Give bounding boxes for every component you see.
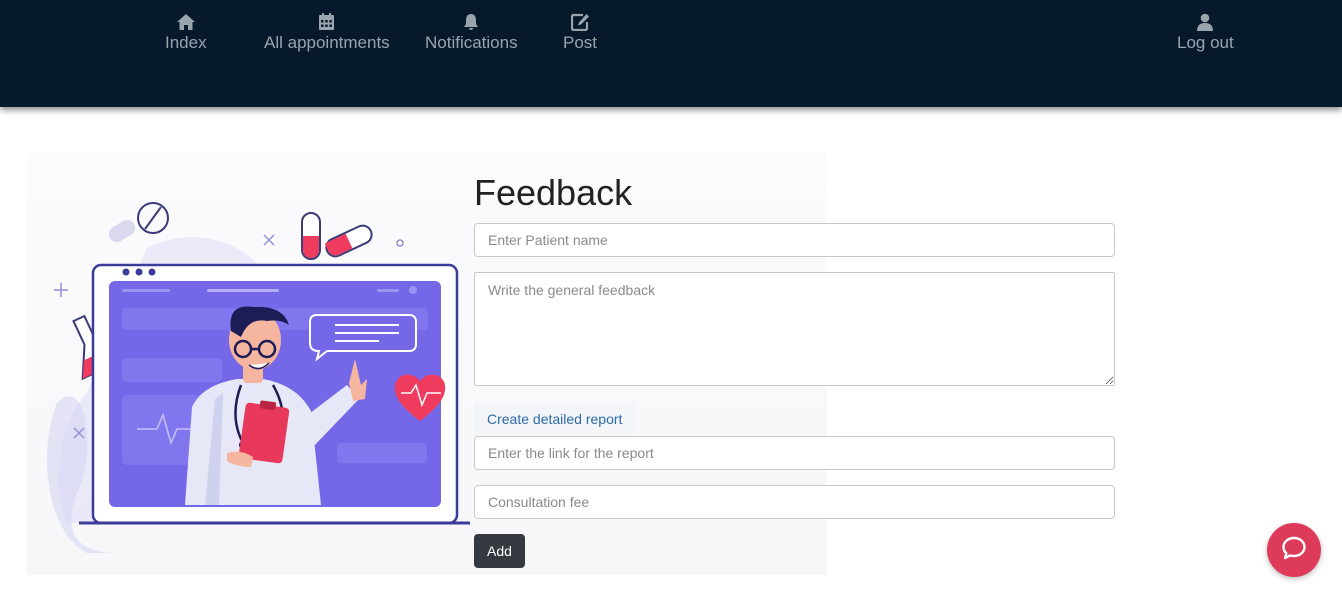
patient-name-input[interactable] — [474, 223, 1115, 257]
nav-item-all-appointments[interactable]: All appointments — [264, 11, 390, 53]
doctor-illustration — [47, 202, 470, 553]
chat-button[interactable] — [1267, 523, 1321, 577]
edit-icon — [570, 11, 590, 31]
nav-label-logout: Log out — [1177, 33, 1234, 52]
create-detailed-report-button[interactable]: Create detailed report — [474, 402, 636, 436]
nav-item-logout[interactable]: Log out — [1177, 11, 1234, 53]
page-title: Feedback — [474, 172, 633, 213]
feedback-form: Feedback Create detailed report Add — [474, 170, 1115, 568]
general-feedback-textarea[interactable] — [474, 272, 1115, 386]
user-icon — [1196, 11, 1214, 31]
nav-label-all-appointments: All appointments — [264, 33, 390, 52]
chat-bubble-icon — [1280, 534, 1308, 567]
add-button[interactable]: Add — [474, 534, 525, 568]
nav-label-post: Post — [563, 33, 598, 52]
consultation-fee-input[interactable] — [474, 485, 1115, 519]
report-link-input[interactable] — [474, 436, 1115, 470]
nav-label-notifications: Notifications — [425, 33, 518, 52]
nav-item-index[interactable]: Index — [165, 11, 207, 53]
top-navbar: Index All appointments Notifications Pos… — [0, 0, 1342, 107]
home-icon — [176, 11, 196, 31]
bell-icon — [462, 11, 480, 31]
nav-item-notifications[interactable]: Notifications — [425, 11, 518, 53]
calendar-icon — [318, 11, 335, 31]
nav-label-index: Index — [165, 33, 207, 52]
nav-item-post[interactable]: Post — [563, 11, 597, 53]
